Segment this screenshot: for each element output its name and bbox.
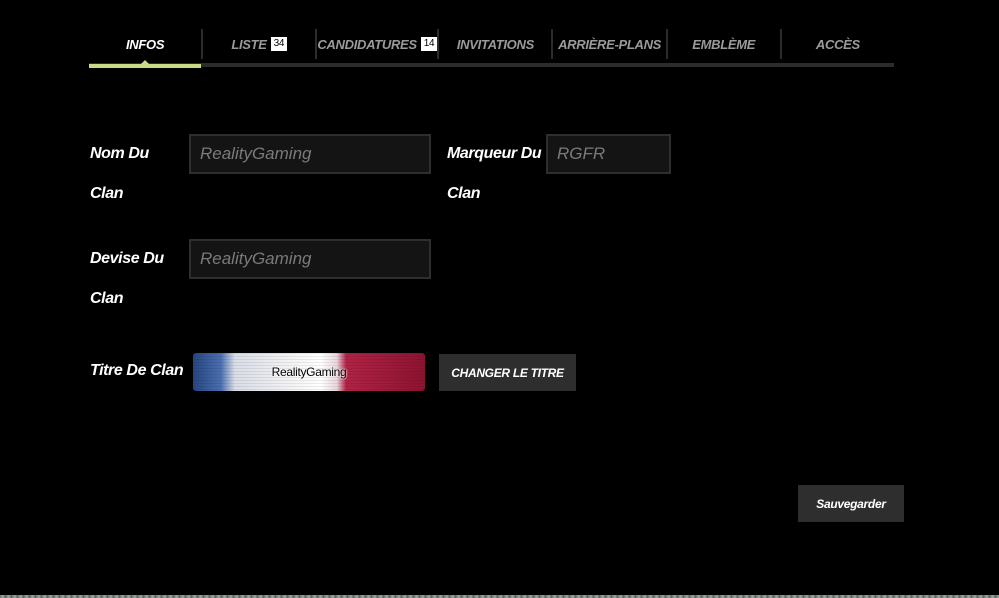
tab-label: INFOS [125,36,165,52]
clan-title-banner-text: RealityGaming [271,365,347,379]
clan-tag-input[interactable] [546,134,671,174]
tab-liste[interactable]: LISTE 34 [201,29,315,59]
clan-motto-label: Devise Du Clan [90,250,164,307]
tab-bar: INFOS LISTE 34 CANDIDATURES 14 INVITATIO… [89,28,894,68]
count-badge: 14 [420,37,438,51]
tab-acces[interactable]: ACCÈS [779,29,894,59]
tab-embleme[interactable]: EMBLÈME [665,29,780,59]
tab-label: INVITATIONS [456,36,534,52]
clan-motto-input[interactable] [189,239,431,279]
clan-title-label: Titre De Clan [90,362,184,379]
tab-label: EMBLÈME [692,36,756,52]
change-title-button[interactable]: CHANGER LE TITRE [439,354,576,391]
tab-label: ARRIÈRE-PLANS [558,36,662,52]
clan-title-banner: RealityGaming [193,353,425,391]
tab-candidatures[interactable]: CANDIDATURES 14 [315,29,438,59]
clan-tag-label: Marqueur Du Clan [447,145,542,202]
clan-name-label: Nom Du Clan [90,145,149,202]
tab-label: CANDIDATURES [317,36,417,52]
tab-infos[interactable]: INFOS [89,29,202,68]
tab-label: ACCÈS [815,36,860,52]
clan-name-input[interactable] [189,134,431,174]
save-button[interactable]: Sauvegarder [798,485,904,522]
tab-invitations[interactable]: INVITATIONS [437,29,551,59]
tab-arriere-plans[interactable]: ARRIÈRE-PLANS [551,29,665,59]
tab-label: LISTE [231,36,267,52]
count-badge: 34 [270,37,288,51]
